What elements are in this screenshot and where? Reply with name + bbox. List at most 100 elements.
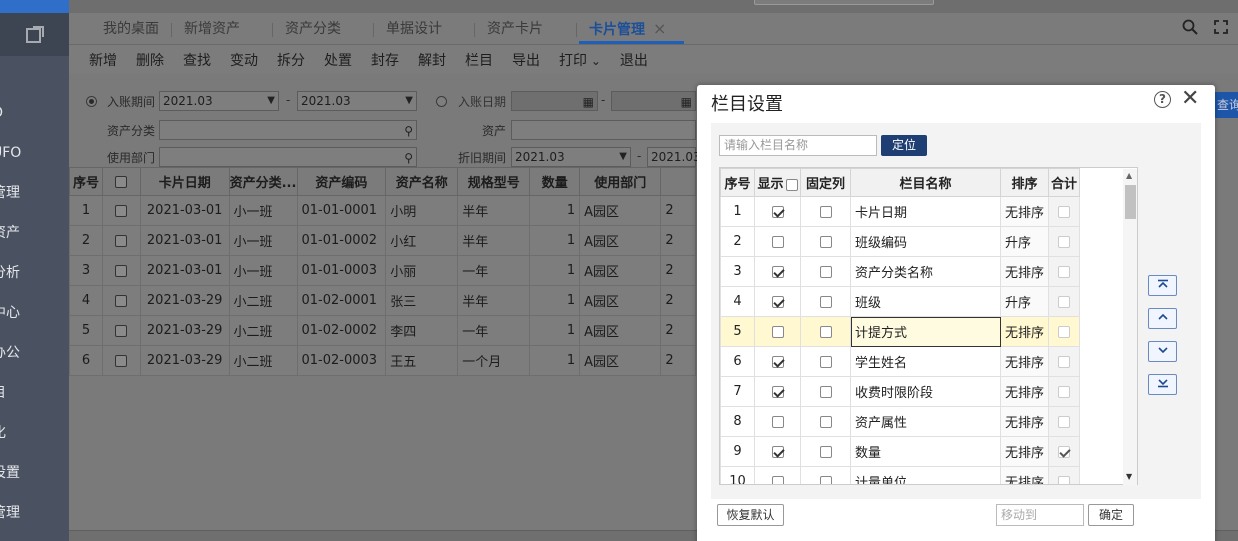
- asset-input[interactable]: [511, 120, 696, 140]
- column-row[interactable]: 5 计提方式 无排序: [720, 316, 1081, 347]
- fixed-column-checkbox[interactable]: [819, 385, 832, 398]
- column-sort[interactable]: 无排序: [999, 346, 1050, 377]
- scroll-up-icon[interactable]: ▲: [1126, 171, 1132, 180]
- dept-input[interactable]: ⚲: [159, 147, 417, 167]
- sum-checkbox[interactable]: [1058, 475, 1071, 484]
- help-icon[interactable]: ?: [1154, 91, 1171, 108]
- date-radio[interactable]: [436, 96, 447, 107]
- search-icon[interactable]: ⚲: [404, 149, 413, 167]
- fullscreen-icon[interactable]: [1214, 19, 1228, 39]
- toolbar-button[interactable]: 查找: [183, 50, 211, 70]
- sidebar-item[interactable]: O: [0, 93, 21, 133]
- column-sort[interactable]: 无排序: [999, 316, 1050, 347]
- tab-1[interactable]: 我的桌面: [103, 13, 159, 45]
- confirm-button[interactable]: 确定: [1088, 504, 1134, 526]
- grid-header[interactable]: 资产分类...: [228, 167, 298, 196]
- sidebar-item[interactable]: 中心: [0, 293, 21, 333]
- row-checkbox[interactable]: [115, 264, 128, 277]
- column-row[interactable]: 9 数量 无排序: [720, 436, 1081, 467]
- fixed-column-checkbox[interactable]: [819, 355, 832, 368]
- sidebar-item[interactable]: 化: [0, 413, 21, 453]
- row-checkbox[interactable]: [115, 324, 128, 337]
- toolbar-button[interactable]: 退出: [620, 50, 648, 70]
- show-checkbox[interactable]: [771, 445, 784, 458]
- column-row[interactable]: 6 学生姓名 无排序: [720, 346, 1081, 377]
- column-name[interactable]: 卡片日期: [850, 196, 1001, 227]
- sum-checkbox[interactable]: [1058, 385, 1071, 398]
- column-sort[interactable]: 无排序: [999, 376, 1050, 407]
- sum-checkbox[interactable]: [1058, 415, 1071, 428]
- grid-header[interactable]: [102, 167, 141, 196]
- sum-checkbox[interactable]: [1058, 355, 1071, 368]
- column-table-scrollbar[interactable]: ▲ ▼: [1123, 169, 1137, 485]
- locate-button[interactable]: 定位: [881, 135, 927, 156]
- column-row[interactable]: 3 资产分类名称 无排序: [720, 256, 1081, 287]
- move-to-input[interactable]: 移动到: [996, 504, 1084, 526]
- close-icon[interactable]: ✕: [1181, 86, 1199, 111]
- fixed-column-checkbox[interactable]: [819, 325, 832, 338]
- sidebar-item[interactable]: UFO: [0, 133, 21, 173]
- fixed-column-checkbox[interactable]: [819, 415, 832, 428]
- row-checkbox[interactable]: [115, 354, 128, 367]
- column-name[interactable]: 计量单位: [850, 466, 1001, 484]
- column-row[interactable]: 7 收费时限阶段 无排序: [720, 376, 1081, 407]
- toolbar-button[interactable]: 变动: [230, 50, 258, 70]
- row-checkbox[interactable]: [115, 234, 128, 247]
- show-checkbox[interactable]: [771, 415, 784, 428]
- show-checkbox[interactable]: [771, 475, 784, 484]
- sum-checkbox[interactable]: [1058, 445, 1071, 458]
- show-checkbox[interactable]: [771, 265, 784, 278]
- row-checkbox[interactable]: [115, 204, 128, 217]
- tab-3[interactable]: 资产分类: [285, 13, 341, 45]
- sidebar-item[interactable]: 资产: [0, 213, 21, 253]
- dep-to-select[interactable]: 2021.03: [647, 147, 701, 167]
- sum-checkbox[interactable]: [1058, 265, 1071, 278]
- show-checkbox[interactable]: [771, 325, 784, 338]
- column-name[interactable]: 数量: [850, 436, 1001, 467]
- grid-header[interactable]: 序号: [68, 167, 104, 196]
- close-tab-icon[interactable]: ×: [653, 19, 666, 38]
- query-button[interactable]: 查询: [1213, 92, 1238, 118]
- table-row[interactable]: 2 2021-03-01 小一班 01-01-0002 小红 半年 1 A园区 2: [68, 225, 696, 256]
- column-name[interactable]: 计提方式: [850, 316, 1001, 347]
- sum-checkbox[interactable]: [1058, 295, 1071, 308]
- column-row[interactable]: 2 班级编码 升序: [720, 226, 1081, 257]
- fixed-column-checkbox[interactable]: [819, 475, 832, 484]
- toolbar-button[interactable]: 封存: [371, 50, 399, 70]
- grid-header[interactable]: 数量: [529, 167, 581, 196]
- column-row[interactable]: 4 班级 升序: [720, 286, 1081, 317]
- category-input[interactable]: ⚲: [159, 120, 417, 140]
- toolbar-button[interactable]: 处置: [324, 50, 352, 70]
- column-sort[interactable]: 无排序: [999, 256, 1050, 287]
- table-row[interactable]: 5 2021-03-29 小二班 01-02-0002 李四 一年 1 A园区 2: [68, 315, 696, 346]
- grid-header[interactable]: 资产编码: [296, 167, 387, 196]
- date-from-input[interactable]: ▦: [511, 91, 598, 111]
- move-down-button[interactable]: [1148, 341, 1177, 362]
- column-name[interactable]: 收费时限阶段: [850, 376, 1001, 407]
- table-row[interactable]: 6 2021-03-29 小二班 01-02-0003 王五 一个月 1 A园区 2: [68, 345, 696, 376]
- column-name[interactable]: 资产分类名称: [850, 256, 1001, 287]
- column-row[interactable]: 1 卡片日期 无排序: [720, 196, 1081, 227]
- column-sort[interactable]: 无排序: [999, 466, 1050, 484]
- column-name[interactable]: 学生姓名: [850, 346, 1001, 377]
- global-search-box[interactable]: [754, 0, 934, 5]
- reset-default-button[interactable]: 恢复默认: [717, 504, 784, 526]
- tab-2[interactable]: 新增资产: [184, 13, 240, 45]
- toolbar-button[interactable]: 打印 ⌄: [559, 50, 601, 70]
- select-all-checkbox[interactable]: [115, 175, 128, 188]
- show-checkbox[interactable]: [771, 295, 784, 308]
- grid-header[interactable]: 使用部门: [579, 167, 662, 196]
- scroll-thumb[interactable]: [1125, 185, 1136, 219]
- sidebar-item[interactable]: 办公: [0, 333, 21, 373]
- table-row[interactable]: 1 2021-03-01 小一班 01-01-0001 小明 半年 1 A园区 2: [68, 195, 696, 226]
- search-icon[interactable]: ⚲: [404, 122, 413, 140]
- table-row[interactable]: 3 2021-03-01 小一班 01-01-0003 小丽 一年 1 A园区 2: [68, 255, 696, 286]
- sidebar-item[interactable]: 管理: [0, 173, 21, 213]
- toolbar-button[interactable]: 导出: [512, 50, 540, 70]
- move-bottom-button[interactable]: [1148, 374, 1177, 395]
- tab-6[interactable]: 卡片管理 ×: [578, 13, 685, 45]
- column-name[interactable]: 班级: [850, 286, 1001, 317]
- sidebar-item[interactable]: 目: [0, 373, 21, 413]
- move-top-button[interactable]: [1148, 275, 1177, 296]
- period-to-select[interactable]: 2021.03 ▼: [297, 91, 417, 111]
